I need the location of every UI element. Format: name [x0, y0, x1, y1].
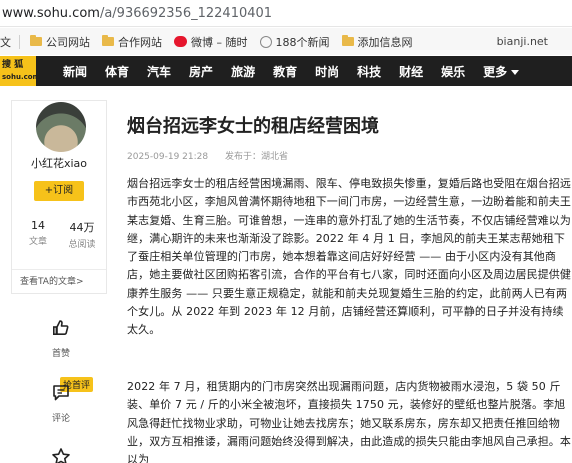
bookmark-label: 公司网站 — [46, 35, 90, 49]
publish-location: 发布于：湖北省 — [224, 152, 288, 162]
nav-news[interactable]: 新闻 — [63, 63, 87, 80]
bookmark-weibo[interactable]: 微博 – 随时 — [174, 34, 248, 50]
folder-icon — [30, 35, 42, 46]
site-nav: 搜 狐 sohu.com 新闻 体育 汽车 房产 旅游 教育 时尚 科技 财经 … — [0, 56, 572, 86]
comment-action[interactable]: 评论 — [44, 383, 78, 424]
nav-finance[interactable]: 财经 — [399, 63, 423, 80]
nav-realestate[interactable]: 房产 — [189, 63, 213, 80]
address-host: www.sohu.com — [2, 5, 100, 21]
article-paragraph: 烟台招远李女士的租店经营困境漏雨、限车、停电致损失惨重，复婚后路也受阻在烟台招远… — [127, 177, 571, 337]
bookmark-label: 添加信息网 — [357, 35, 413, 49]
bookmark-bianji[interactable]: bianji.net — [497, 35, 548, 48]
bookmark-partner-site[interactable]: 合作网站 — [102, 34, 162, 50]
weibo-icon — [174, 36, 187, 47]
articles-stat: 14 文章 — [18, 219, 58, 247]
nav-more-label: 更多 — [483, 64, 508, 79]
bookmarks-separator — [19, 34, 20, 49]
nav-auto[interactable]: 汽车 — [147, 63, 171, 80]
reads-stat: 44万 总阅读 — [62, 219, 102, 250]
nav-entertainment[interactable]: 娱乐 — [441, 63, 465, 80]
nav-more[interactable]: 更多 — [483, 63, 520, 80]
bookmark-label: 微博 – 随时 — [191, 35, 248, 49]
bookmark-company-site[interactable]: 公司网站 — [30, 34, 90, 50]
address-path: /a/936692356_122410401 — [99, 5, 273, 21]
favorite-action[interactable] — [44, 447, 78, 463]
nav-education[interactable]: 教育 — [273, 63, 297, 80]
like-action[interactable]: 首赞 — [44, 318, 78, 359]
author-name[interactable]: 小红花xiao — [12, 155, 106, 171]
reads-count: 44万 — [69, 221, 95, 234]
avatar[interactable] — [36, 102, 86, 152]
star-icon — [52, 448, 70, 463]
address-bar[interactable]: www.sohu.com/a/936692356_122410401 — [0, 0, 572, 27]
author-card: 小红花xiao +订阅 14 文章 44万 总阅读 查看TA的文章> — [11, 100, 107, 294]
comment-label: 评论 — [51, 414, 70, 424]
article-paragraph: 2022 年 7 月，租赁期内的门市房突然出现漏雨问题，店内货物被雨水浸泡，5 … — [127, 380, 571, 463]
article-title: 烟台招远李女士的租店经营困境 — [127, 116, 379, 137]
bookmarks-bar: 文 公司网站 合作网站 微博 – 随时 188个新闻 添加信息网 bianji.… — [0, 28, 572, 55]
card-divider — [12, 269, 106, 270]
bookmark-label: 188个新闻 — [275, 35, 330, 49]
articles-label: 文章 — [28, 237, 47, 247]
like-label: 首赞 — [51, 349, 70, 359]
bookmark-label: 合作网站 — [118, 35, 162, 49]
reads-label: 总阅读 — [68, 240, 96, 250]
articles-count: 14 — [31, 219, 45, 232]
thumbs-up-icon — [52, 320, 69, 335]
bookmark-news[interactable]: 188个新闻 — [259, 34, 330, 50]
folder-icon — [341, 35, 354, 46]
sohu-logo[interactable]: 搜 狐 sohu.com — [0, 56, 40, 86]
nav-travel[interactable]: 旅游 — [231, 63, 255, 80]
nav-fashion[interactable]: 时尚 — [315, 63, 339, 80]
nav-sports[interactable]: 体育 — [105, 63, 129, 80]
chevron-down-icon — [511, 69, 520, 75]
logo-subtext: sohu.com — [2, 73, 40, 81]
author-articles-link[interactable]: 查看TA的文章> — [20, 274, 84, 287]
publish-date: 2025-09-19 21:28 — [127, 152, 209, 162]
nav-tech[interactable]: 科技 — [357, 63, 381, 80]
follow-button[interactable]: +订阅 — [34, 181, 84, 201]
logo-text: 搜 狐 — [2, 60, 24, 70]
article-meta: 2025-09-19 21:28 发布于：湖北省 — [127, 149, 288, 162]
bookmark-cut-text: 文 — [0, 35, 11, 49]
globe-icon — [259, 35, 272, 48]
bookmark-add-info[interactable]: 添加信息网 — [341, 34, 413, 50]
comment-icon — [53, 385, 69, 401]
folder-icon — [102, 35, 114, 46]
